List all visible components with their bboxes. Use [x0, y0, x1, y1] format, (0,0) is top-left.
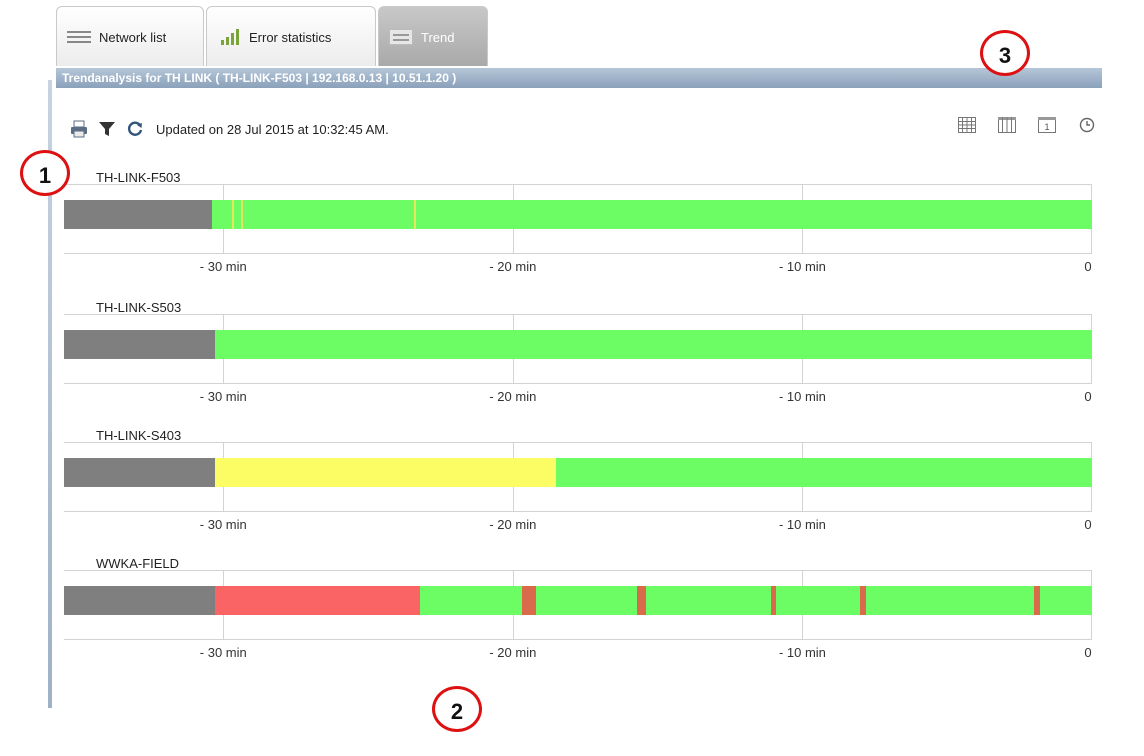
status-bar [64, 330, 1092, 359]
event-marker[interactable] [240, 200, 243, 229]
event-marker[interactable] [637, 586, 647, 615]
day-icon[interactable]: 1 [1038, 117, 1056, 133]
tick-label: 0 [1084, 517, 1092, 532]
tick-label: - 30 min [199, 517, 247, 532]
tick-label: - 20 min [489, 645, 537, 660]
tick-label: - 30 min [199, 389, 247, 404]
tick-label: - 10 min [778, 517, 826, 532]
segment-gray[interactable] [64, 458, 215, 487]
segment-green[interactable] [211, 200, 1092, 229]
segment-gray[interactable] [64, 586, 215, 615]
tick-label: - 30 min [199, 259, 247, 274]
print-icon[interactable] [70, 120, 88, 138]
tick-label: - 10 min [778, 259, 826, 274]
refresh-icon[interactable] [126, 120, 144, 138]
tab-error-statistics[interactable]: Error statistics [206, 6, 376, 66]
tick-label: - 10 min [778, 389, 826, 404]
segment-gray[interactable] [64, 330, 215, 359]
event-marker[interactable] [770, 586, 777, 615]
status-bar [64, 458, 1092, 487]
segment-yellow[interactable] [214, 458, 557, 487]
device-name: TH-LINK-S403 [96, 428, 182, 443]
tab-label: Trend [421, 29, 455, 45]
filter-icon[interactable] [98, 120, 116, 138]
page-title: Trendanalysis for TH LINK ( TH-LINK-F503… [56, 68, 1102, 88]
tick-label: - 10 min [778, 645, 826, 660]
status-bar [64, 200, 1092, 229]
status-bar [64, 586, 1092, 615]
tab-label: Network list [99, 29, 167, 45]
view-options: 1 [958, 117, 1096, 133]
segment-gray[interactable] [64, 200, 212, 229]
tick-label: 0 [1084, 389, 1092, 404]
bar-chart-icon [217, 29, 241, 45]
tick-label: - 20 min [489, 259, 537, 274]
svg-text:1: 1 [1044, 122, 1049, 132]
calendar-grid-icon[interactable] [958, 117, 976, 133]
event-marker[interactable] [231, 200, 234, 229]
event-marker[interactable] [521, 586, 536, 615]
segment-red[interactable] [214, 586, 421, 615]
device-name: TH-LINK-F503 [96, 170, 181, 185]
trend-icon [389, 29, 413, 45]
tick-label: 0 [1084, 645, 1092, 660]
callout-2: 2 [432, 686, 482, 732]
columns-icon[interactable] [998, 117, 1016, 133]
device-name: TH-LINK-S503 [96, 300, 182, 315]
event-marker[interactable] [1034, 586, 1040, 615]
last-updated-text: Updated on 28 Jul 2015 at 10:32:45 AM. [156, 121, 389, 137]
segment-green[interactable] [556, 458, 1092, 487]
device-name: WWKA-FIELD [96, 556, 180, 571]
tick-label: - 30 min [199, 645, 247, 660]
tick-label: 0 [1084, 259, 1092, 274]
tab-label: Error statistics [249, 29, 332, 45]
tab-network-list[interactable]: Network list [56, 6, 204, 66]
toolbar: Updated on 28 Jul 2015 at 10:32:45 AM. [70, 117, 389, 141]
clock-icon[interactable] [1078, 117, 1096, 133]
tab-trend[interactable]: Trend [378, 6, 488, 66]
tick-label: - 20 min [489, 517, 537, 532]
callout-1: 1 [20, 150, 70, 196]
list-icon [67, 29, 91, 45]
segment-green[interactable] [214, 330, 1092, 359]
event-marker[interactable] [414, 200, 417, 229]
tick-label: - 20 min [489, 389, 537, 404]
callout-3: 3 [980, 30, 1030, 76]
event-marker[interactable] [860, 586, 867, 615]
